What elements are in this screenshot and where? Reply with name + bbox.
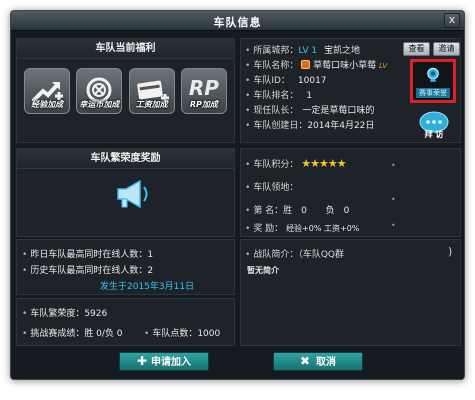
team-name: 草莓口味小草莓 (313, 61, 377, 71)
wins-value: 0 (301, 206, 307, 216)
benefits-panel: 车队当前福利 经验加成 幸运币加成 工资加成 RP RP加成 (16, 38, 235, 143)
visit-label: 拜 访 (424, 130, 444, 139)
intro-header: • 战队简介：（车队QQ群 (245, 250, 344, 260)
bullet: • (391, 161, 396, 170)
id-row: • 车队ID： 10017 (245, 76, 327, 86)
losses-value: 0 (343, 206, 350, 216)
perk-label: 经验加成 (31, 100, 64, 109)
trophy-button[interactable]: 赛事荣誉 (410, 59, 456, 103)
lv-badge-icon: LV (378, 62, 388, 70)
name-row: • 车队名称： 草莓口味小草莓 LV (245, 60, 388, 71)
team-rank: 1 (306, 91, 313, 101)
server-row: • 所属城邦：LV 1 宝凯之地 (245, 46, 360, 56)
created-row: • 车队创建日：2014年4月22日 (245, 121, 375, 131)
team-score-panel: • 车队积分： ★★★★★ • 车队领地： • 第 名：胜 0 负 0 • 奖 励： 经… (240, 148, 461, 237)
apply-join-button[interactable]: ✚ 申请加入 (119, 352, 209, 371)
online-stats-panel: • 昨日车队最高同时在线人数：1 • 历史车队最高同时在线人数：2 发生于2015年… (16, 239, 235, 295)
points-row: • 车队积分： ★★★★★ (245, 157, 347, 170)
history-online: • 历史车队最高同时在线人数：2 (22, 266, 154, 276)
team-info-window: 车队信息 x 车队当前福利 经验加成 幸运币加成 工资加成 RP RP加成 车队… (10, 10, 465, 380)
prosperity-reward-title: 车队繁荣度奖励 (17, 149, 234, 169)
created-date: 2014年4月22日 (307, 121, 375, 131)
perk-label: RP加成 (189, 100, 218, 109)
rank-row: • 车队排名： 1 (245, 91, 313, 101)
record-row: • 第 名：胜 0 负 0 (245, 206, 350, 216)
intro-expand-icon[interactable]: ) (448, 245, 452, 258)
bullet: • (391, 195, 396, 204)
team-leader: 一定是草莓口味的 (302, 106, 375, 116)
close-button[interactable]: x (444, 13, 460, 28)
x-icon: ✖ (299, 354, 311, 368)
visit-button[interactable]: 拜 访 (417, 109, 451, 139)
perk-label: 幸运币加成 (79, 100, 120, 109)
team-info-panel: • 所属城邦：LV 1 宝凯之地 • 车队名称： 草莓口味小草莓 LV • 车队ID：… (240, 38, 461, 143)
perk-salary[interactable]: 工资加成 (128, 68, 175, 114)
prosperity-value: • 车队繁荣度：5926 (22, 309, 108, 319)
team-intro-panel: • 战队简介：（车队QQ群 ) 暂无简介 (240, 239, 461, 346)
server-level: LV 1 (298, 46, 318, 56)
trophy-icon (427, 67, 439, 82)
plus-icon: ✚ (136, 354, 148, 368)
leader-row: • 现任队长： 一定是草莓口味的 (245, 106, 375, 116)
bullet: • (391, 221, 396, 230)
invite-button[interactable]: 邀请 (433, 42, 460, 56)
window-title: 车队信息 (213, 16, 262, 29)
view-button[interactable]: 查看 (403, 42, 430, 56)
territory-row: • 车队领地： (245, 183, 299, 193)
trophy-caption: 赛事荣誉 (416, 88, 450, 98)
cancel-button[interactable]: ✖ 取消 (273, 352, 363, 371)
benefits-title: 车队当前福利 (17, 39, 234, 59)
intro-text: 暂无简介 (247, 266, 279, 275)
perk-exp[interactable]: 经验加成 (24, 68, 71, 114)
star-rating: ★★★★★ (301, 157, 346, 170)
team-stats-panel: • 车队繁荣度：5926 • 挑战赛成绩：胜 0/负 0 • 车队点数：1000 (16, 298, 235, 346)
prosperity-reward-panel: 车队繁荣度奖励 (16, 148, 235, 237)
title-bar: 车队信息 x (11, 11, 464, 31)
team-badge-icon (301, 60, 311, 69)
yesterday-online: • 昨日车队最高同时在线人数：1 (22, 250, 154, 260)
rp-icon: RP (188, 76, 219, 100)
history-date: 发生于2015年3月11日 (100, 282, 195, 292)
megaphone-icon (117, 179, 148, 209)
team-id: 10017 (297, 76, 327, 86)
perk-label: 工资加成 (135, 100, 168, 109)
close-icon: x (448, 13, 456, 26)
perk-rp[interactable]: RP RP加成 (180, 68, 227, 114)
perk-lucky-coin[interactable]: 幸运币加成 (76, 68, 123, 114)
reward-row: • 奖 励： 经验+0% 工资+0% (245, 224, 360, 234)
challenge-record: • 挑战赛成绩：胜 0/负 0 (22, 329, 123, 339)
server-name: 宝凯之地 (323, 46, 360, 56)
team-points: • 车队点数：1000 (144, 329, 221, 339)
reward-value: 经验+0% 工资+0% (286, 224, 360, 233)
